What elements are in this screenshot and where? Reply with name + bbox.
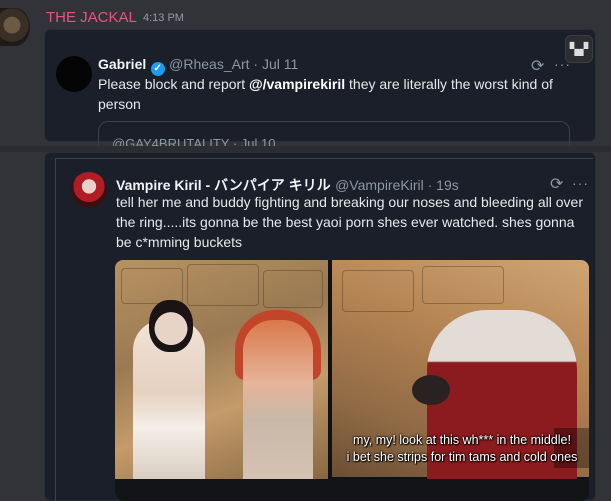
media-bottom-strip bbox=[115, 479, 589, 501]
message-timestamp: 4:13 PM bbox=[143, 12, 184, 24]
embed-top-rule bbox=[55, 158, 593, 159]
gabriel-avatar[interactable] bbox=[56, 56, 92, 92]
sync-icon[interactable]: ⟳ bbox=[550, 174, 563, 194]
username[interactable]: THE JACKAL bbox=[46, 9, 137, 26]
tweet-media[interactable]: my, my! look at this wh*** in the middle… bbox=[115, 260, 589, 501]
vampirekiril-avatar[interactable] bbox=[71, 172, 107, 208]
pasted-face bbox=[149, 300, 193, 352]
caption-line-2: i bet she strips for tim tams and cold o… bbox=[346, 450, 578, 464]
media-image-left[interactable] bbox=[115, 260, 328, 501]
vampirekiril-handle[interactable]: @VampireKiril · 19s bbox=[335, 177, 459, 193]
apps-icon[interactable]: ▚▞ bbox=[565, 35, 593, 63]
media-caption: my, my! look at this wh*** in the middle… bbox=[337, 432, 587, 466]
caption-line-1: my, my! look at this wh*** in the middle… bbox=[353, 433, 571, 447]
gabriel-handle[interactable]: @Rheas_Art · Jul 11 bbox=[169, 56, 298, 72]
gabriel-tweet-text: Please block and report @/vampirekiril t… bbox=[98, 74, 568, 114]
gabriel-text-prefix: Please block and report bbox=[98, 76, 249, 92]
gabriel-author-name[interactable]: Gabriel bbox=[98, 56, 146, 72]
gabriel-header: Gabriel ✓ @Rheas_Art · Jul 11 bbox=[98, 56, 298, 76]
embed-left-rule bbox=[55, 158, 56, 501]
more-icon[interactable]: ··· bbox=[572, 175, 589, 191]
mention-link[interactable]: @/vampirekiril bbox=[249, 76, 345, 92]
vampirekiril-author-name[interactable]: Vampire Kiril - バンパイア キリル bbox=[116, 177, 331, 193]
vampirekiril-tweet-text: tell her me and buddy fighting and break… bbox=[116, 194, 583, 250]
sync-icon[interactable]: ⟳ bbox=[531, 56, 544, 76]
user-avatar[interactable] bbox=[0, 8, 30, 46]
